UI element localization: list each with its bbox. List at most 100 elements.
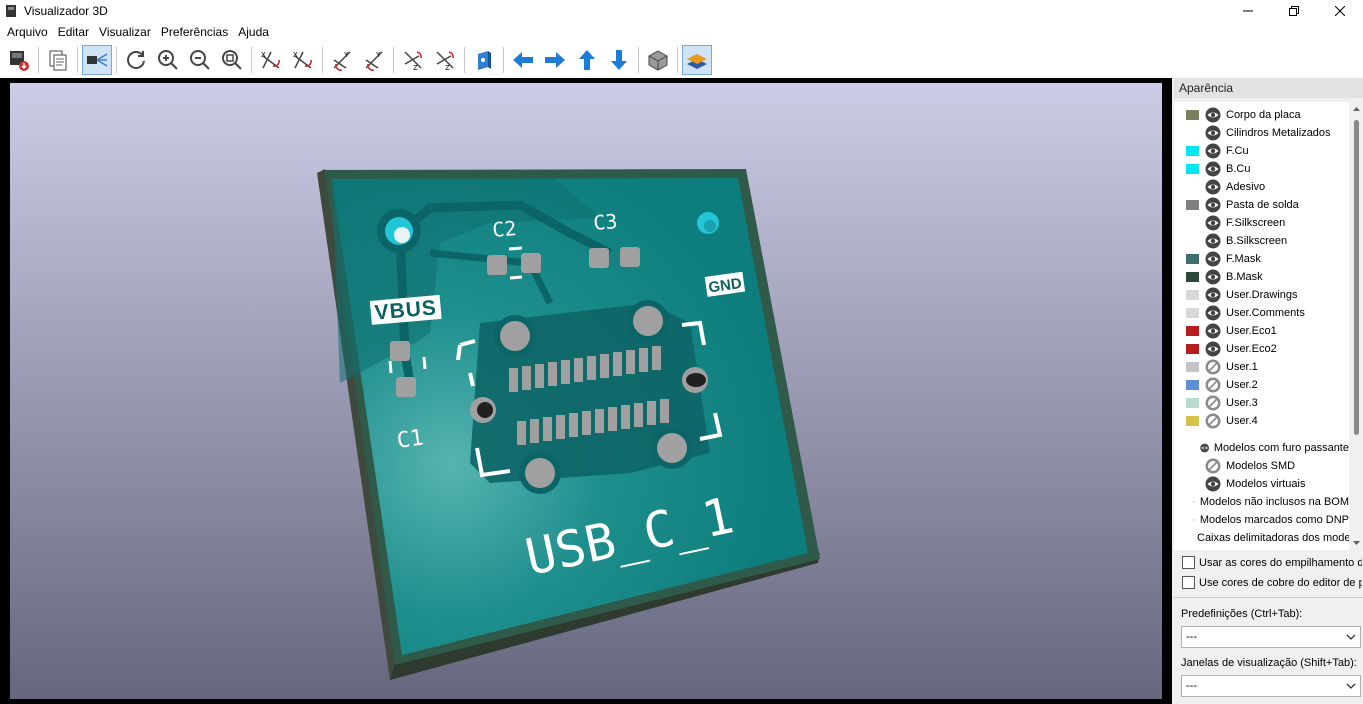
- model-row[interactable]: Modelos virtuais: [1174, 475, 1349, 493]
- layer-color-swatch[interactable]: [1186, 308, 1199, 318]
- scroll-up-icon[interactable]: [1350, 104, 1363, 114]
- eye-icon[interactable]: [1205, 107, 1221, 123]
- copper-colors-checkbox[interactable]: Use cores de cobre do editor de placa: [1182, 576, 1362, 589]
- layer-row[interactable]: User.Drawings: [1174, 286, 1349, 304]
- layer-row[interactable]: User.3: [1174, 394, 1349, 412]
- layer-color-swatch[interactable]: [1186, 398, 1199, 408]
- layer-color-swatch[interactable]: [1186, 362, 1199, 372]
- layer-row[interactable]: B.Mask: [1174, 268, 1349, 286]
- layer-color-swatch[interactable]: [1186, 416, 1199, 426]
- 3d-canvas[interactable]: VBUS GND C1 C2 C3 USB_C_1: [10, 83, 1162, 699]
- zoom-out-button[interactable]: [185, 45, 215, 75]
- eye-icon[interactable]: [1199, 440, 1209, 456]
- layer-color-swatch[interactable]: [1186, 236, 1199, 246]
- rotate-y-cw-button[interactable]: Y: [327, 45, 357, 75]
- layer-row[interactable]: Corpo da placa: [1174, 106, 1349, 124]
- layer-color-swatch[interactable]: [1186, 146, 1199, 156]
- eye-icon[interactable]: [1205, 305, 1221, 321]
- eye-icon[interactable]: [1205, 476, 1221, 492]
- layer-color-swatch[interactable]: [1186, 200, 1199, 210]
- scrollbar-thumb[interactable]: [1354, 120, 1359, 435]
- layer-row[interactable]: F.Silkscreen: [1174, 214, 1349, 232]
- layer-row[interactable]: Cilindros Metalizados: [1174, 124, 1349, 142]
- menu-editar[interactable]: Editar: [53, 22, 94, 42]
- layer-color-swatch[interactable]: [1186, 326, 1199, 336]
- layer-row[interactable]: Adesivo: [1174, 178, 1349, 196]
- layer-list[interactable]: Corpo da placa Cilindros Metalizados F.Cu B…: [1174, 102, 1349, 550]
- eye-hidden-icon[interactable]: [1205, 458, 1221, 474]
- eye-icon[interactable]: [1205, 125, 1221, 141]
- layers-button[interactable]: [682, 45, 712, 75]
- checkbox-box[interactable]: [1182, 576, 1195, 589]
- eye-icon[interactable]: [1205, 215, 1221, 231]
- flip-board-button[interactable]: [469, 45, 499, 75]
- model-row[interactable]: Modelos com furo passante: [1174, 439, 1349, 457]
- layer-row[interactable]: User.1: [1174, 358, 1349, 376]
- layer-row[interactable]: User.2: [1174, 376, 1349, 394]
- copy-button[interactable]: [43, 45, 73, 75]
- move-down-button[interactable]: [604, 45, 634, 75]
- restore-button[interactable]: [1271, 0, 1317, 22]
- raytrace-button[interactable]: [82, 45, 112, 75]
- reload-button[interactable]: [121, 45, 151, 75]
- rotate-x-ccw-button[interactable]: X: [288, 45, 318, 75]
- layer-row[interactable]: F.Cu: [1174, 142, 1349, 160]
- checkbox-box[interactable]: [1182, 556, 1195, 569]
- ortho-button[interactable]: [643, 45, 673, 75]
- layer-color-swatch[interactable]: [1186, 110, 1199, 120]
- layer-color-swatch[interactable]: [1186, 164, 1199, 174]
- move-left-button[interactable]: [508, 45, 538, 75]
- layer-row[interactable]: B.Cu: [1174, 160, 1349, 178]
- layer-color-swatch[interactable]: [1186, 218, 1199, 228]
- model-row[interactable]: Modelos marcados como DNP: [1174, 511, 1349, 529]
- layer-color-swatch[interactable]: [1186, 380, 1199, 390]
- eye-icon[interactable]: [1205, 233, 1221, 249]
- eye-icon[interactable]: [1205, 269, 1221, 285]
- rotate-x-cw-button[interactable]: X: [256, 45, 286, 75]
- rotate-y-ccw-button[interactable]: Y: [359, 45, 389, 75]
- menu-visualizar[interactable]: Visualizar: [94, 22, 156, 42]
- eye-hidden-icon[interactable]: [1205, 395, 1221, 411]
- viewports-select[interactable]: ---: [1181, 675, 1361, 697]
- layer-list-scrollbar[interactable]: [1350, 102, 1363, 550]
- zoom-fit-button[interactable]: [217, 45, 247, 75]
- menu-ajuda[interactable]: Ajuda: [233, 22, 274, 42]
- layer-color-swatch[interactable]: [1186, 254, 1199, 264]
- eye-icon[interactable]: [1205, 323, 1221, 339]
- eye-hidden-icon[interactable]: [1205, 359, 1221, 375]
- eye-icon[interactable]: [1205, 251, 1221, 267]
- eye-icon[interactable]: [1205, 143, 1221, 159]
- scroll-down-icon[interactable]: [1350, 538, 1363, 548]
- model-row[interactable]: Modelos SMD: [1174, 457, 1349, 475]
- move-right-button[interactable]: [540, 45, 570, 75]
- move-up-button[interactable]: [572, 45, 602, 75]
- layer-color-swatch[interactable]: [1186, 290, 1199, 300]
- rotate-z-cw-button[interactable]: Z: [398, 45, 428, 75]
- eye-icon[interactable]: [1205, 287, 1221, 303]
- menu-arquivo[interactable]: Arquivo: [2, 22, 53, 42]
- eye-hidden-icon[interactable]: [1205, 413, 1221, 429]
- close-button[interactable]: [1317, 0, 1363, 22]
- rotate-z-ccw-button[interactable]: Z: [430, 45, 460, 75]
- eye-icon[interactable]: [1205, 197, 1221, 213]
- eye-hidden-icon[interactable]: [1193, 512, 1195, 528]
- menu-preferencias[interactable]: Preferências: [156, 22, 233, 42]
- minimize-button[interactable]: [1225, 0, 1271, 22]
- layer-row[interactable]: User.4: [1174, 412, 1349, 430]
- layer-color-swatch[interactable]: [1186, 128, 1199, 138]
- layer-row[interactable]: User.Comments: [1174, 304, 1349, 322]
- layer-row[interactable]: B.Silkscreen: [1174, 232, 1349, 250]
- presets-select[interactable]: ---: [1181, 626, 1361, 648]
- layer-row[interactable]: User.Eco2: [1174, 340, 1349, 358]
- zoom-in-button[interactable]: [153, 45, 183, 75]
- layer-color-swatch[interactable]: [1186, 344, 1199, 354]
- model-row[interactable]: Modelos não inclusos na BOM: [1174, 493, 1349, 511]
- stackup-colors-checkbox[interactable]: Usar as cores do empilhamento da placa: [1182, 556, 1362, 569]
- eye-icon[interactable]: [1205, 179, 1221, 195]
- eye-hidden-icon[interactable]: [1205, 377, 1221, 393]
- model-row[interactable]: Caixas delimitadoras dos modelos: [1174, 529, 1349, 547]
- layer-row[interactable]: Pasta de solda: [1174, 196, 1349, 214]
- layer-color-swatch[interactable]: [1186, 272, 1199, 282]
- eye-icon[interactable]: [1205, 161, 1221, 177]
- layer-color-swatch[interactable]: [1186, 182, 1199, 192]
